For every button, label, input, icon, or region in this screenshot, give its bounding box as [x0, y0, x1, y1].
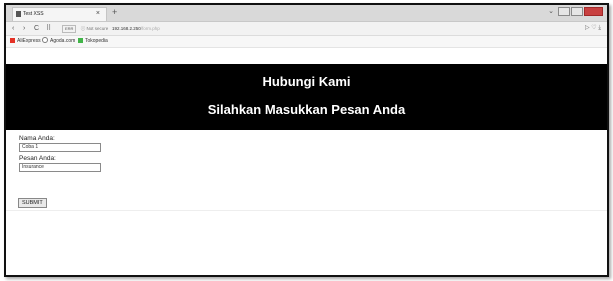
close-window-button[interactable]: [584, 7, 603, 16]
page-favicon-icon: [16, 11, 21, 17]
divider: [6, 210, 607, 211]
info-icon[interactable]: ⓘ: [81, 26, 86, 31]
tab-test-xss[interactable]: Test XSS ×: [12, 7, 107, 21]
message-input[interactable]: Insurance: [19, 163, 101, 172]
address-bar[interactable]: ERR ⓘ Not secure 192.168.2.250/form.php: [62, 24, 160, 33]
bookmark-tokopedia[interactable]: Tokopedia: [78, 36, 108, 47]
submit-button[interactable]: SUBMIT: [18, 198, 47, 208]
agoda-icon: [42, 37, 48, 43]
name-label: Nama Anda:: [19, 135, 55, 142]
tokopedia-icon: [78, 38, 83, 43]
maximize-button[interactable]: [571, 7, 583, 16]
reload-button[interactable]: C: [34, 22, 39, 35]
security-badge[interactable]: ERR: [62, 25, 77, 33]
back-button[interactable]: ‹: [12, 22, 14, 35]
aliexpress-icon: [10, 38, 15, 43]
page-header-banner: Hubungi Kami Silahkan Masukkan Pesan And…: [6, 64, 607, 130]
page-subtitle: Silahkan Masukkan Pesan Anda: [207, 102, 406, 117]
bookmark-label: Agoda.com: [50, 38, 76, 44]
bookmark-agoda[interactable]: Agoda.com: [42, 36, 75, 47]
message-label: Pesan Anda:: [19, 155, 56, 162]
tab-search-icon[interactable]: ⌄: [548, 6, 554, 18]
url-host: 192.168.2.250: [112, 26, 141, 31]
name-input[interactable]: Coba 1: [19, 143, 101, 152]
tab-strip: Test XSS × + ⌄: [6, 5, 607, 22]
page-title: Hubungi Kami: [262, 74, 351, 89]
bookmark-label: Tokopedia: [85, 38, 108, 44]
not-secure-label: Not secure: [86, 26, 109, 31]
tab-close-icon[interactable]: ×: [96, 8, 100, 20]
address-toolbar: ‹ › C ⠿ ERR ⓘ Not secure 192.168.2.250/f…: [6, 22, 607, 36]
bookmark-aliexpress[interactable]: AliExpress: [10, 36, 41, 47]
tab-title: Test XSS: [23, 11, 44, 17]
minimize-button[interactable]: [558, 7, 570, 16]
contact-form: Nama Anda: Coba 1 Pesan Anda: Insurance: [19, 135, 101, 175]
browser-window: Test XSS × + ⌄ ‹ › C ⠿ ERR ⓘ Not secure …: [4, 3, 609, 277]
bookmark-label: AliExpress: [17, 38, 41, 44]
url-path: /form.php: [140, 26, 160, 31]
forward-button[interactable]: ›: [23, 22, 25, 35]
new-tab-button[interactable]: +: [112, 6, 117, 18]
bookmarks-bar: AliExpress Agoda.com Tokopedia: [6, 36, 607, 48]
apps-icon[interactable]: ⠿: [46, 22, 51, 35]
toolbar-extension-icons[interactable]: ▷ ♡ ⤓: [585, 22, 601, 35]
